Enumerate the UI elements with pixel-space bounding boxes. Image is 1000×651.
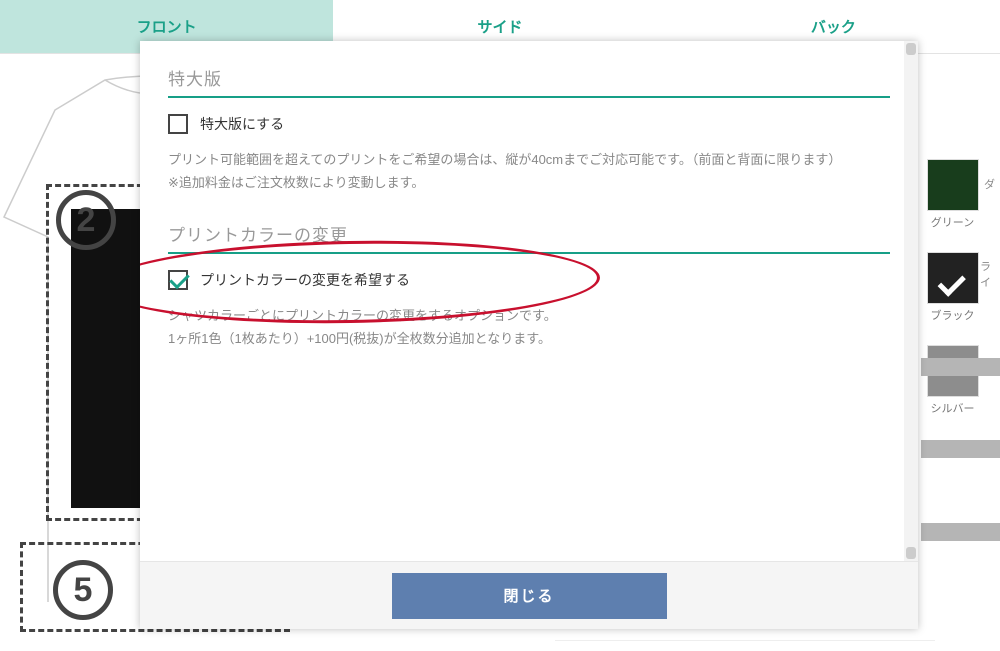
swatch-green[interactable] [927,159,979,211]
divider [555,640,935,641]
modal-body: 特大版 特大版にする プリント可能範囲を超えてのプリントをご希望の場合は、縦が4… [140,41,918,561]
color-swatch-column: グリーン ブラック シルバー [905,54,1000,602]
colorchange-description: シャツカラーごとにプリントカラーの変更をするオプションです。 1ヶ所1色（1枚あ… [168,304,890,351]
modal-footer: 閉じる [140,561,918,629]
section-title-colorchange: プリントカラーの変更 [168,221,890,254]
checkbox-oversize-label: 特大版にする [200,114,284,134]
swatch-extra-strip-2 [921,440,1000,458]
swatch-extra-strip-1 [921,358,1000,376]
scroll-arrow-up-icon[interactable] [906,43,916,55]
close-button[interactable]: 閉じる [392,573,667,619]
checkbox-colorchange-row[interactable]: プリントカラーの変更を希望する [168,270,890,290]
oversize-description: プリント可能範囲を超えてのプリントをご希望の場合は、縦が40cmまでご対応可能で… [168,148,890,195]
swatch-extra-label-2: ライ [980,258,1000,290]
swatch-black-label: ブラック [905,307,1000,323]
swatch-black-selected[interactable] [927,252,979,304]
scroll-arrow-down-icon[interactable] [906,547,916,559]
checkbox-colorchange-label: プリントカラーの変更を希望する [200,270,410,290]
area-badge-2: 2 [56,190,116,250]
section-title-oversize: 特大版 [168,65,890,98]
swatch-green-label: グリーン [905,214,1000,230]
checkbox-oversize[interactable] [168,114,188,134]
options-modal: 特大版 特大版にする プリント可能範囲を超えてのプリントをご希望の場合は、縦が4… [140,41,918,629]
modal-scrollbar[interactable] [904,41,918,561]
checkbox-oversize-row[interactable]: 特大版にする [168,114,890,134]
swatch-silver-label: シルバー [905,400,1000,416]
swatch-extra-label-1: ダ [984,176,995,192]
checkbox-colorchange[interactable] [168,270,188,290]
area-badge-5: 5 [53,560,113,620]
swatch-extra-strip-3 [921,523,1000,541]
